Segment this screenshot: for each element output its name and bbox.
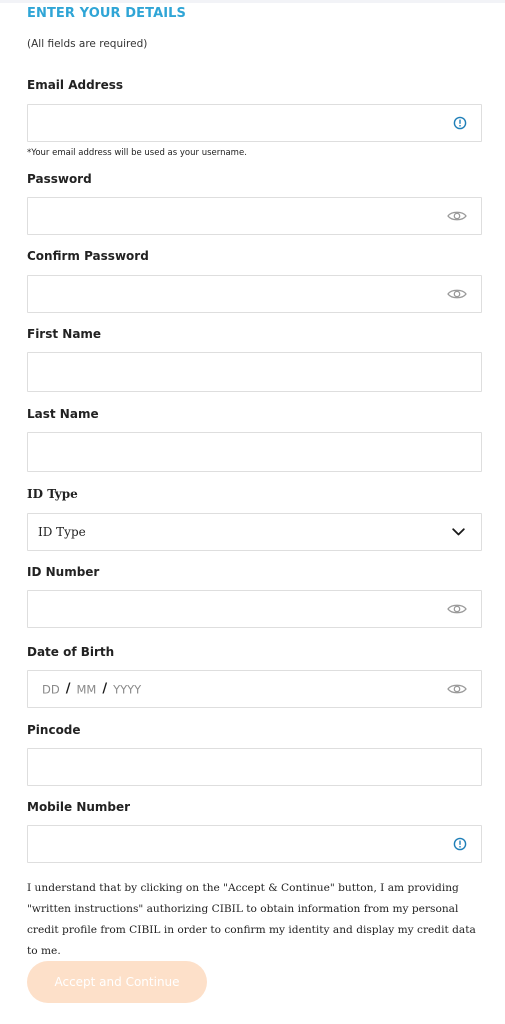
confirm-password-field-box <box>27 275 482 313</box>
mobile-label: Mobile Number <box>27 800 131 814</box>
dob-day-input[interactable]: DD <box>42 682 60 696</box>
dob-label: Date of Birth <box>27 645 115 659</box>
confirm-password-label: Confirm Password <box>27 249 149 263</box>
id-number-field[interactable] <box>28 591 481 627</box>
email-field[interactable] <box>28 105 481 141</box>
password-field-box <box>27 197 482 235</box>
pincode-field-box <box>27 748 482 786</box>
consent-text: I understand that by clicking on the "Ac… <box>27 882 476 957</box>
id-type-select[interactable]: ID Type <box>27 513 482 551</box>
dob-separator: / <box>65 681 71 697</box>
dob-separator: / <box>102 681 108 697</box>
email-helper-text: *Your email address will be used as your… <box>27 148 247 158</box>
first-name-field[interactable] <box>28 353 481 391</box>
id-type-selected-value: ID Type <box>38 525 86 539</box>
eye-icon[interactable] <box>447 210 467 222</box>
info-icon[interactable] <box>453 837 467 851</box>
form-title: ENTER YOUR DETAILS <box>27 6 187 21</box>
password-label: Password <box>27 172 92 186</box>
last-name-field-box <box>27 432 482 472</box>
dob-month-input[interactable]: MM <box>76 682 96 696</box>
pincode-field[interactable] <box>28 749 481 785</box>
eye-icon[interactable] <box>447 683 467 695</box>
email-label: Email Address <box>27 78 124 92</box>
chevron-down-icon <box>452 528 465 536</box>
form-subtitle: (All fields are required) <box>27 38 148 50</box>
info-icon[interactable] <box>453 116 467 130</box>
id-number-field-box <box>27 590 482 628</box>
top-bar <box>0 0 505 3</box>
last-name-label: Last Name <box>27 407 99 421</box>
dob-inputs: DD / MM / YYYY <box>42 682 141 697</box>
accept-and-continue-button[interactable]: Accept and Continue <box>27 961 207 1003</box>
pincode-label: Pincode <box>27 723 81 737</box>
email-field-box <box>27 104 482 142</box>
password-field[interactable] <box>28 198 481 234</box>
eye-icon[interactable] <box>447 603 467 615</box>
confirm-password-field[interactable] <box>28 276 481 312</box>
id-type-label: ID Type <box>27 487 78 501</box>
mobile-field-box <box>27 825 482 863</box>
dob-year-input[interactable]: YYYY <box>113 682 141 696</box>
first-name-label: First Name <box>27 327 102 341</box>
last-name-field[interactable] <box>28 433 481 471</box>
first-name-field-box <box>27 352 482 392</box>
id-number-label: ID Number <box>27 565 100 579</box>
mobile-field[interactable] <box>28 826 481 862</box>
dob-field-box: DD / MM / YYYY <box>27 670 482 708</box>
eye-icon[interactable] <box>447 288 467 300</box>
